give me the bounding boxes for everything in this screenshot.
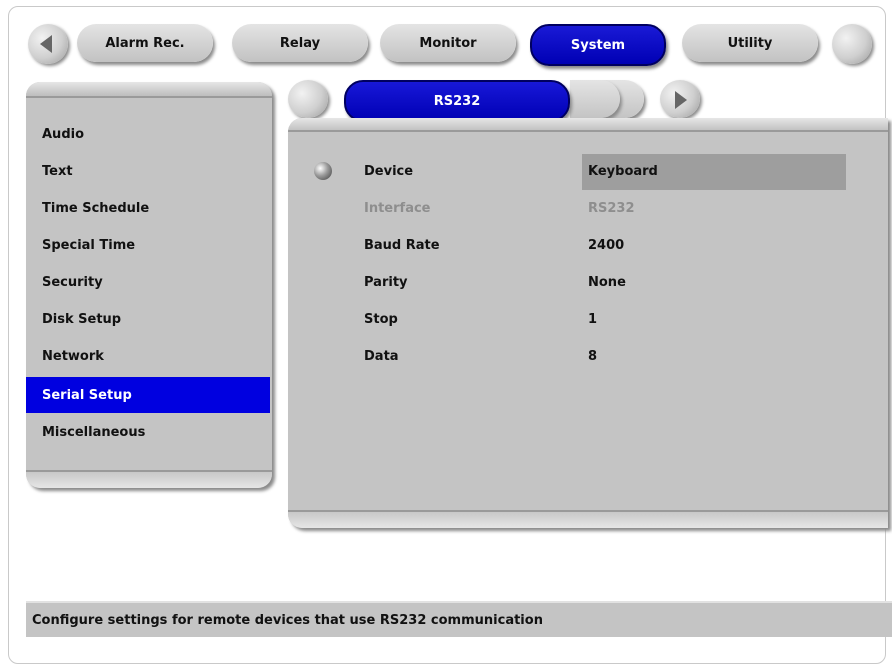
baud-rate-value[interactable]: 2400 (588, 238, 624, 253)
tab-system[interactable]: System (530, 24, 666, 66)
menu-top-bevel (26, 82, 272, 98)
tab-utility[interactable]: Utility (682, 24, 818, 62)
stop-label: Stop (364, 312, 398, 327)
status-message: Configure settings for remote devices th… (32, 612, 543, 628)
tab-monitor[interactable]: Monitor (380, 24, 516, 62)
menu-item-audio[interactable]: Audio (26, 116, 270, 152)
menu-item-text[interactable]: Text (26, 153, 270, 189)
device-value[interactable]: Keyboard (588, 164, 658, 179)
device-label: Device (364, 164, 414, 179)
arrow-right-icon (675, 91, 687, 109)
subtab-rs232[interactable]: RS232 (344, 80, 570, 122)
tab-relay[interactable]: Relay (232, 24, 368, 62)
subtab-empty-2[interactable] (570, 80, 620, 118)
nav-prev-button[interactable] (28, 24, 68, 64)
content-top-bevel (288, 118, 888, 132)
baud-rate-label: Baud Rate (364, 238, 440, 253)
interface-value: RS232 (588, 201, 635, 216)
subtab-prev-button[interactable] (288, 80, 328, 118)
menu-item-security[interactable]: Security (26, 264, 270, 300)
serial-settings-panel: Device Keyboard Interface RS232 Baud Rat… (288, 118, 888, 528)
menu-item-network[interactable]: Network (26, 338, 270, 374)
parity-label: Parity (364, 275, 408, 290)
menu-bottom-bevel (26, 470, 272, 488)
menu-item-serial-setup[interactable]: Serial Setup (26, 377, 270, 413)
system-menu: Audio Text Time Schedule Special Time Se… (26, 82, 272, 488)
nav-next-button[interactable] (832, 24, 872, 64)
menu-item-special-time[interactable]: Special Time (26, 227, 270, 263)
menu-item-disk-setup[interactable]: Disk Setup (26, 301, 270, 337)
data-label: Data (364, 349, 399, 364)
tab-alarm-rec[interactable]: Alarm Rec. (77, 24, 213, 62)
subtab-next-button[interactable] (660, 80, 700, 118)
content-bottom-bevel (288, 510, 888, 528)
menu-item-miscellaneous[interactable]: Miscellaneous (26, 414, 270, 450)
parity-value[interactable]: None (588, 275, 626, 290)
stop-value[interactable]: 1 (588, 312, 597, 327)
focus-bullet-icon (314, 162, 332, 180)
menu-item-time-schedule[interactable]: Time Schedule (26, 190, 270, 226)
status-bar: Configure settings for remote devices th… (26, 601, 892, 637)
data-value[interactable]: 8 (588, 349, 597, 364)
arrow-left-icon (40, 35, 52, 53)
interface-label: Interface (364, 201, 431, 216)
